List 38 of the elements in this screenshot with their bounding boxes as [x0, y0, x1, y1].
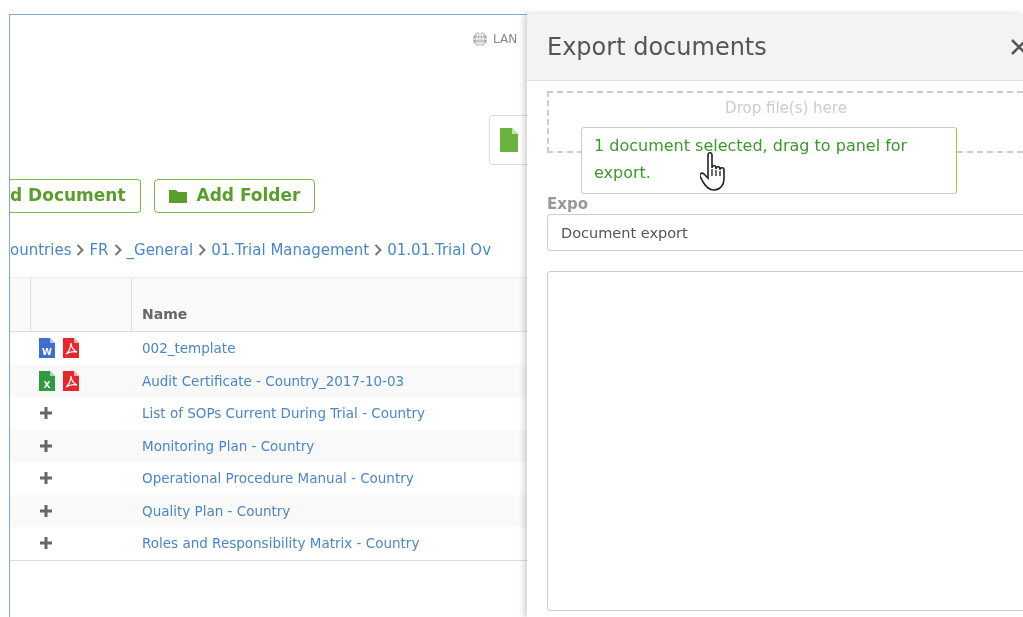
breadcrumb-link[interactable]: _General	[126, 239, 194, 262]
drag-tooltip: 1 document selected, drag to panel for export.	[581, 127, 957, 194]
document-link[interactable]: 002_template	[132, 338, 236, 359]
export-name-field[interactable]: Document export	[547, 214, 1023, 251]
breadcrumb-link[interactable]: ountries	[10, 239, 72, 262]
chevron-icon	[113, 244, 122, 257]
plus-icon	[39, 438, 53, 453]
add-folder-button[interactable]: Add Folder	[153, 179, 316, 213]
document-button[interactable]	[489, 115, 527, 165]
breadcrumb-link[interactable]: 01.01.Trial Ov	[387, 239, 492, 262]
plus-icon	[39, 536, 53, 551]
pdf-file-icon	[63, 370, 79, 391]
document-link[interactable]: Quality Plan - Country	[132, 500, 291, 521]
excel-file-icon: X	[39, 370, 55, 391]
column-header[interactable]: Name	[132, 304, 188, 331]
pdf-file-icon	[63, 338, 79, 359]
globe-icon	[472, 31, 488, 47]
document-icon	[500, 128, 518, 152]
document-link[interactable]: Operational Procedure Manual - Country	[132, 468, 414, 489]
breadcrumb-link[interactable]: 01.Trial Management	[211, 239, 370, 262]
chevron-icon	[198, 244, 207, 257]
breadcrumb-link[interactable]: FR	[89, 239, 109, 262]
plus-icon	[39, 471, 53, 486]
chevron-icon	[76, 244, 85, 257]
chevron-icon	[374, 244, 383, 257]
add-document-button[interactable]: d Document	[10, 179, 141, 213]
description-field[interactable]	[547, 271, 1023, 611]
document-link[interactable]: Audit Certificate - Country_2017-10-03	[132, 370, 405, 391]
plus-icon	[39, 503, 53, 518]
language-label[interactable]: LAN	[493, 30, 518, 48]
folder-icon	[168, 188, 187, 204]
hand-cursor-icon	[700, 152, 728, 192]
document-link[interactable]: Roles and Responsibility Matrix - Country	[132, 533, 420, 554]
panel-title: Export documents	[547, 32, 767, 63]
field-label: Expo	[547, 194, 589, 214]
word-file-icon: W	[39, 338, 55, 359]
document-link[interactable]: List of SOPs Current During Trial - Country	[132, 403, 425, 424]
plus-icon	[39, 406, 53, 421]
